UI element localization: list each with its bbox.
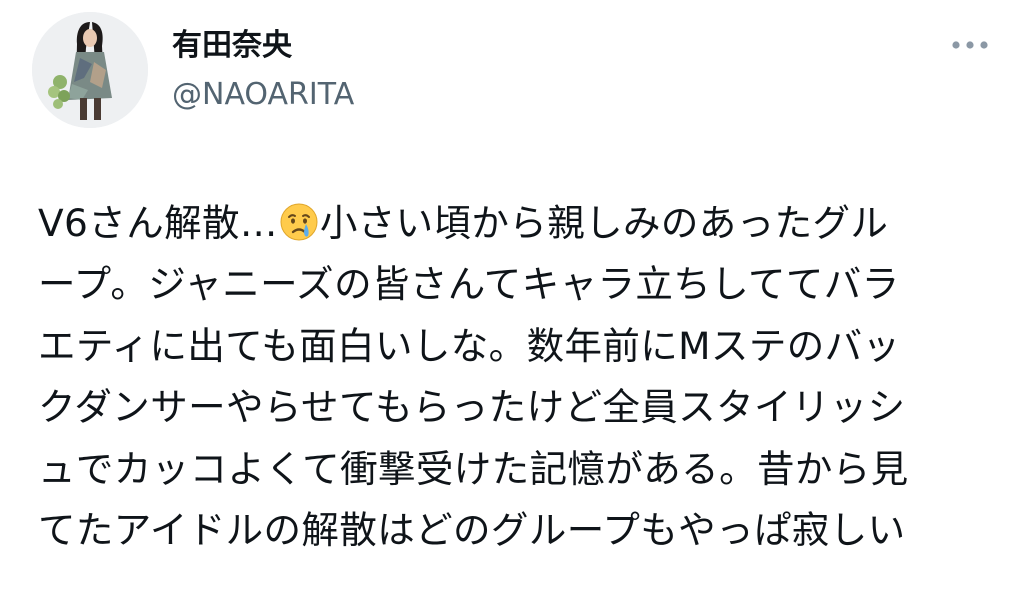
more-options-button[interactable] — [944, 30, 996, 60]
tweet-line-1-start: V6さん解散… — [38, 201, 278, 245]
tweet-line-1-end: 小さい頃から親しみのあったグル — [319, 201, 889, 245]
tweet-line-1: V6さん解散… 小さい頃から親しみのあったグル — [38, 193, 998, 254]
tweet-text: V6さん解散… 小さい頃から親しみのあったグル ープ。ジャニーズの皆さんてキャラ… — [38, 193, 998, 561]
tweet-card: 有田奈央 @NAOARITA V6さん解散… 小さい頃から親しみのあったグル ー… — [0, 0, 1024, 597]
display-name[interactable]: 有田奈央 — [172, 28, 292, 64]
tweet-line-2: ープ。ジャニーズの皆さんてキャラ立ちしててバラ — [38, 262, 900, 307]
crying-face-emoji — [280, 203, 318, 241]
tweet-line-4: クダンサーやらせてもらったけど全員スタイリッシ — [38, 385, 906, 430]
tweet-line-5: ュでカッコよくて衝撃受けた記憶がある。昔から見 — [38, 446, 909, 491]
more-horizontal-icon — [952, 41, 988, 49]
user-handle[interactable]: @NAOARITA — [172, 77, 354, 113]
tweet-line-6: てたアイドルの解散はどのグループもやっぱ寂しい — [38, 507, 906, 552]
tweet-line-3: エティに出ても面白いしな。数年前にMステのバッ — [38, 323, 901, 368]
avatar[interactable] — [32, 12, 148, 128]
profile-photo — [32, 12, 148, 128]
